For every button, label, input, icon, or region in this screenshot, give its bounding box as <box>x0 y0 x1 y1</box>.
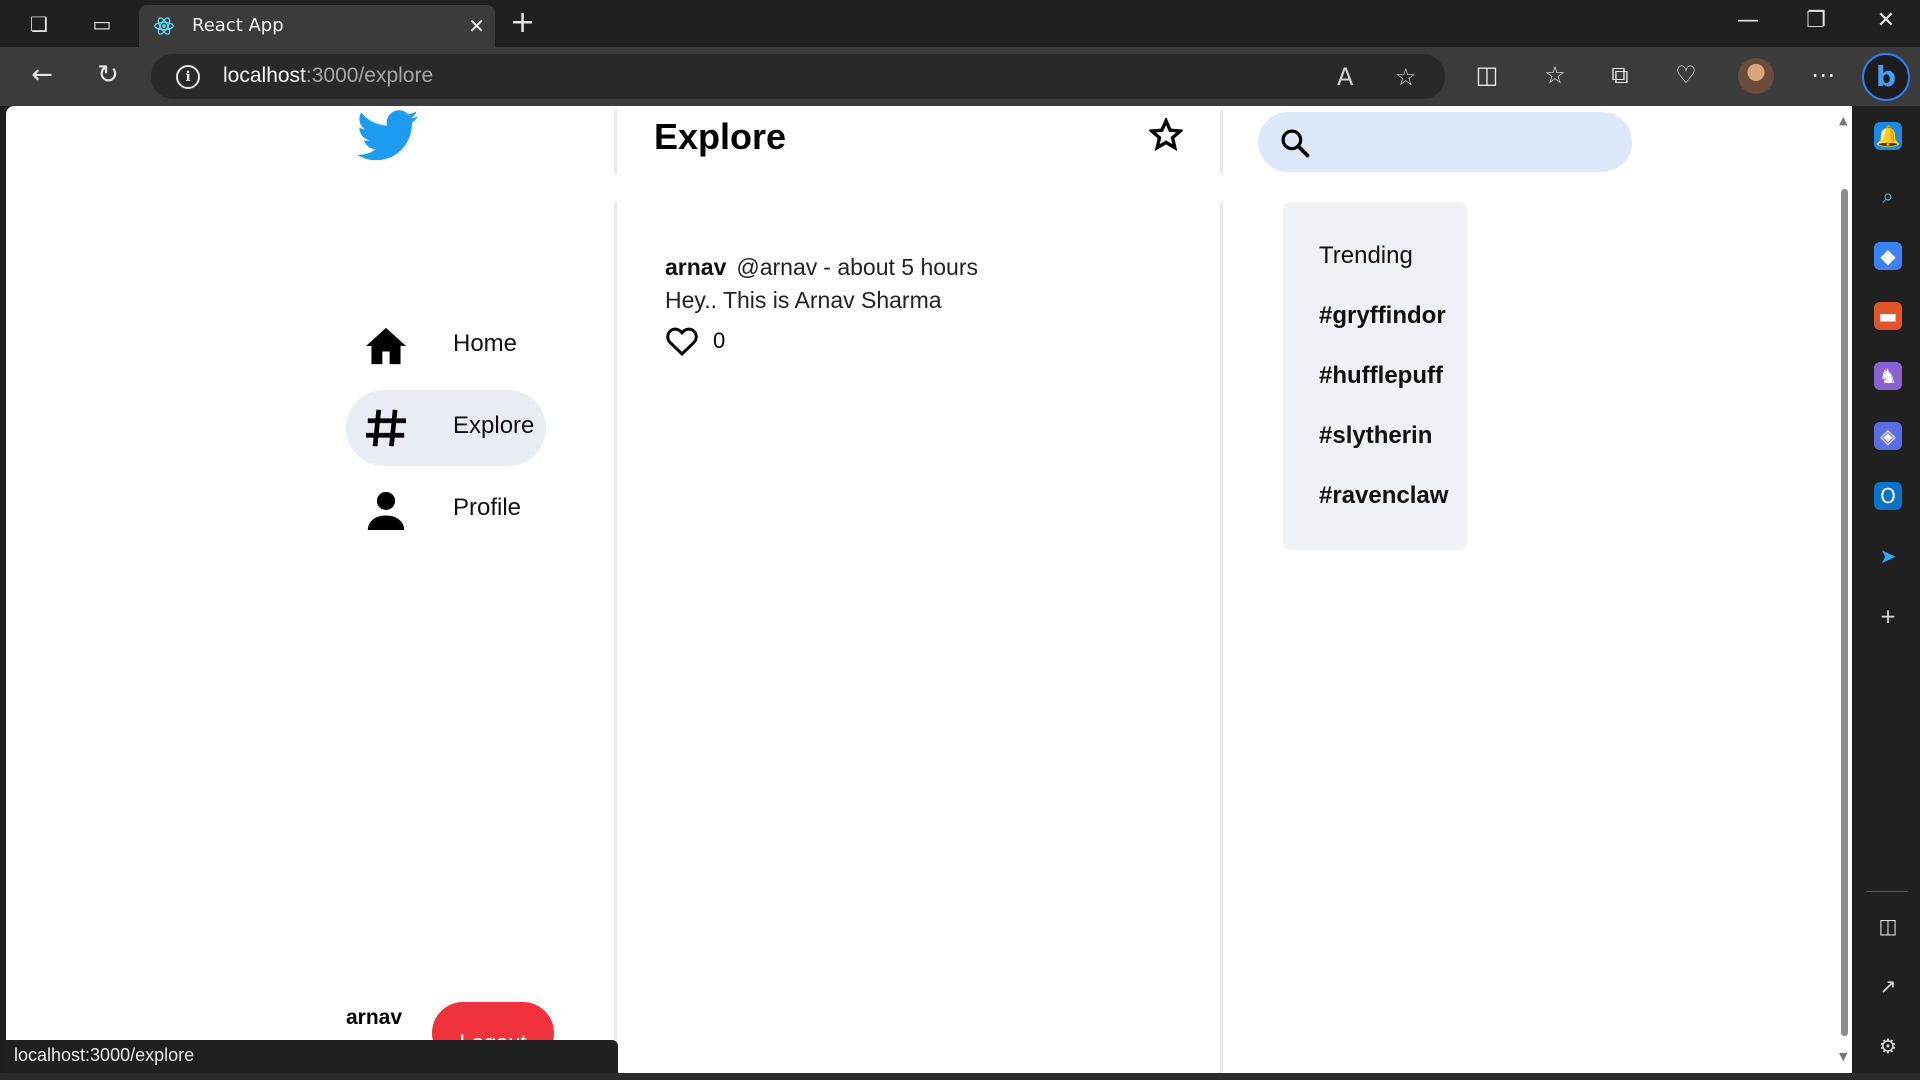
info-icon[interactable]: i <box>176 65 200 89</box>
nav-item-profile[interactable]: Profile <box>346 472 546 548</box>
microsoft-365-icon[interactable]: ◈ <box>1874 422 1902 450</box>
browser-tab[interactable]: React App ✕ <box>139 5 495 47</box>
nav-label-home: Home <box>453 330 518 357</box>
workspaces-icon[interactable]: ❏ <box>26 12 52 36</box>
collections-icon[interactable]: ⧉ <box>1603 60 1637 90</box>
trending-tag[interactable]: #gryffindor <box>1319 302 1446 330</box>
read-aloud-icon[interactable]: A <box>1337 63 1353 91</box>
trending-panel: Trending #gryffindor #hufflepuff #slythe… <box>1283 202 1467 550</box>
bing-copilot-icon[interactable]: b <box>1862 53 1910 101</box>
new-tab-icon[interactable]: + <box>510 8 535 38</box>
home-icon <box>366 327 406 365</box>
nav-item-explore[interactable]: Explore <box>346 390 546 466</box>
header-divider-right <box>1220 110 1223 174</box>
search-input[interactable] <box>1324 124 1614 160</box>
add-sidebar-app-icon[interactable]: + <box>1874 602 1902 630</box>
open-external-icon[interactable]: ↗ <box>1874 972 1902 1000</box>
notification-bell-icon[interactable]: 🔔 <box>1874 122 1902 150</box>
tools-icon[interactable]: ▬ <box>1874 302 1902 330</box>
more-options-icon[interactable]: ⋯ <box>1806 60 1840 90</box>
scrollbar-thumb[interactable] <box>1841 189 1848 1036</box>
search-sidebar-icon[interactable]: ⌕ <box>1874 182 1902 210</box>
tweet-author[interactable]: arnav <box>665 254 726 280</box>
split-screen-icon[interactable]: ◫ <box>1470 60 1504 90</box>
address-bar[interactable]: i localhost:3000/explore A ☆ <box>151 54 1445 99</box>
search-icon <box>1281 129 1310 158</box>
games-icon[interactable]: ♞ <box>1874 362 1902 390</box>
minimize-icon[interactable]: — <box>1728 8 1768 33</box>
tweet-item[interactable]: arnav @arnav - about 5 hours Hey.. This is… <box>665 254 1185 356</box>
like-count: 0 <box>713 328 726 353</box>
trending-title: Trending <box>1319 242 1413 269</box>
edge-sidebar: 🔔 ⌕ ◆ ▬ ♞ ◈ O ➤ + ◫ ↗ ⚙ <box>1852 106 1920 1080</box>
sidebar-divider <box>1866 891 1908 892</box>
link-status-bubble: localhost:3000/explore <box>6 1040 618 1073</box>
hashtag-icon <box>366 409 406 447</box>
column-divider-right <box>1220 202 1223 1073</box>
back-icon[interactable]: ← <box>24 59 60 91</box>
column-divider-left <box>614 202 617 1073</box>
tab-title: React App <box>192 15 284 36</box>
current-username: arnav <box>346 1006 403 1029</box>
restore-icon[interactable]: ❐ <box>1796 8 1836 33</box>
hide-sidebar-icon[interactable]: ◫ <box>1874 912 1902 940</box>
browser-essentials-icon[interactable]: ♡ <box>1669 60 1703 90</box>
nav-label-profile: Profile <box>453 494 522 521</box>
tab-actions-icon[interactable]: ▭ <box>89 12 115 36</box>
close-tab-icon[interactable]: ✕ <box>468 14 485 38</box>
scroll-down-arrow-icon[interactable]: ▼ <box>1839 1050 1847 1063</box>
browser-titlebar: ❏ ▭ React App ✕ + — ❐ ✕ <box>0 0 1920 47</box>
trending-tag[interactable]: #hufflepuff <box>1319 362 1443 390</box>
heart-icon[interactable] <box>665 326 699 356</box>
page-scrollbar[interactable]: ▲ ▼ <box>1836 106 1852 1073</box>
nav-item-home[interactable]: Home <box>346 308 546 384</box>
tweet-handle[interactable]: @arnav <box>736 254 817 280</box>
tweet-meta: arnav @arnav - about 5 hours <box>665 254 1185 281</box>
tweet-actions: 0 <box>665 326 1185 356</box>
close-window-icon[interactable]: ✕ <box>1866 8 1906 33</box>
window-bottom-edge <box>0 1073 1920 1080</box>
shopping-tag-icon[interactable]: ◆ <box>1874 242 1902 270</box>
trending-tag[interactable]: #slytherin <box>1319 422 1432 450</box>
url-host: localhost <box>223 64 306 87</box>
page-title: Explore <box>654 116 787 157</box>
url-text[interactable]: localhost:3000/explore <box>223 64 433 88</box>
header-divider-left <box>614 110 617 174</box>
react-icon <box>154 17 174 35</box>
tweet-time: - about 5 hours <box>823 254 978 280</box>
url-path: :3000/explore <box>305 64 434 87</box>
scroll-up-arrow-icon[interactable]: ▲ <box>1839 114 1847 127</box>
search-box[interactable] <box>1258 112 1632 172</box>
person-icon <box>367 491 405 530</box>
twitter-logo-icon[interactable] <box>356 110 420 162</box>
browser-toolbar: ← ↻ i localhost:3000/explore A ☆ ◫ ☆ ⧉ ♡… <box>0 47 1920 106</box>
favorites-icon[interactable]: ☆ <box>1538 60 1572 90</box>
star-icon[interactable] <box>1149 118 1183 152</box>
sidebar-settings-icon[interactable]: ⚙ <box>1874 1032 1902 1060</box>
refresh-icon[interactable]: ↻ <box>90 59 126 91</box>
trending-tag[interactable]: #ravenclaw <box>1319 482 1448 510</box>
tweet-text: Hey.. This is Arnav Sharma <box>665 287 942 313</box>
favorite-star-icon[interactable]: ☆ <box>1395 63 1417 91</box>
profile-avatar[interactable] <box>1738 58 1774 94</box>
outlook-icon[interactable]: O <box>1874 482 1902 510</box>
drop-send-icon[interactable]: ➤ <box>1874 542 1902 570</box>
page-viewport: Home Explore Profile arnav Logout Explor… <box>6 106 1852 1073</box>
nav-label-explore: Explore <box>453 412 535 439</box>
left-navigation: Home Explore Profile arnav Logout <box>6 106 614 1073</box>
